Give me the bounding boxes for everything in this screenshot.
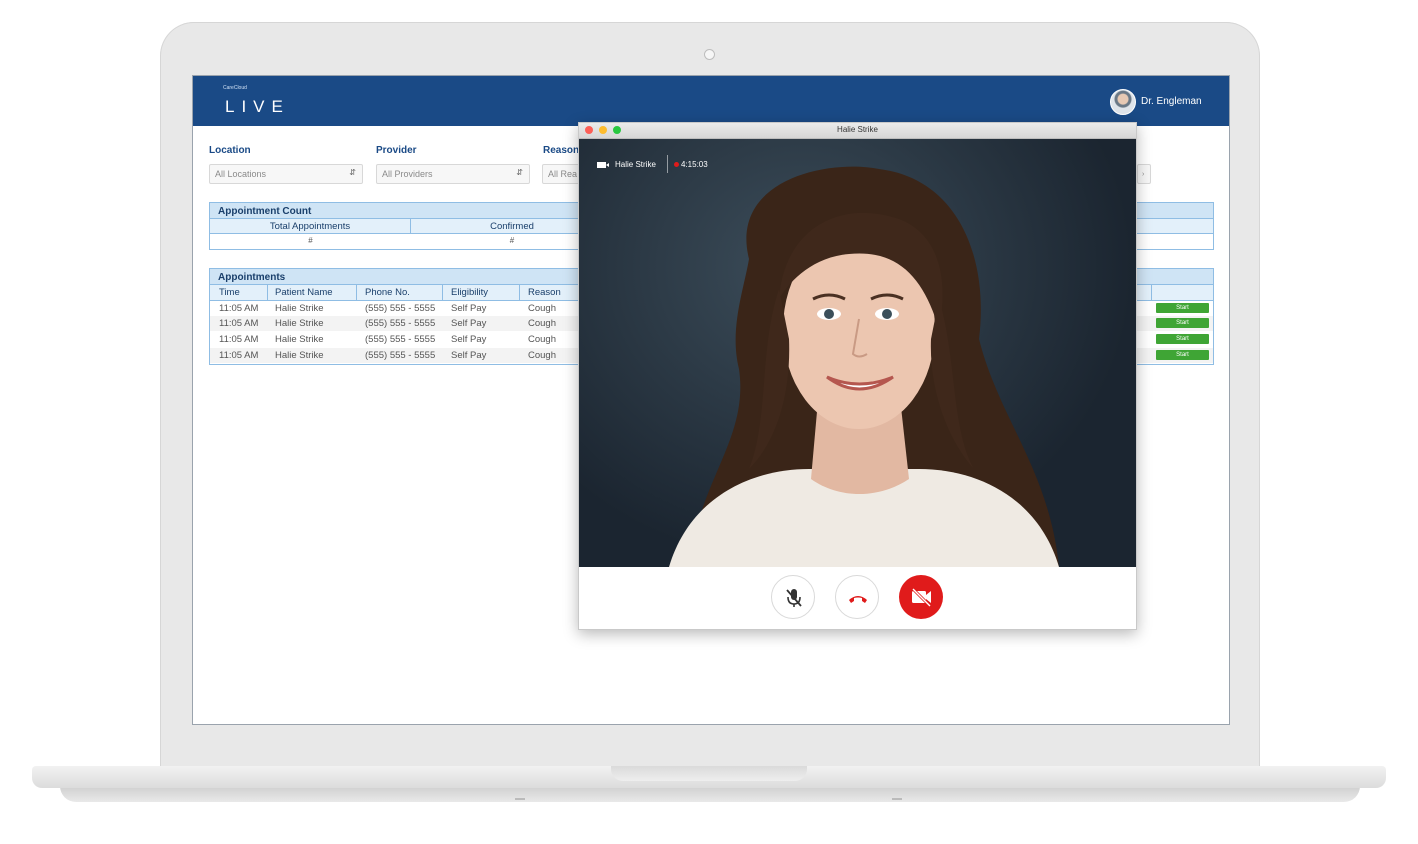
laptop-foot <box>515 798 525 800</box>
video-portrait <box>669 166 1059 567</box>
overlay-divider <box>667 155 668 173</box>
col-divider <box>267 285 268 301</box>
select-caret-icon: ⇵ <box>349 168 356 177</box>
row-patient: Halie Strike <box>275 303 324 314</box>
col-patient-name[interactable]: Patient Name <box>275 287 333 298</box>
start-button[interactable]: Start <box>1156 318 1209 328</box>
video-call-window: Halie Strike Halie Strike 4:15:03 <box>578 122 1137 630</box>
location-label: Location <box>209 145 251 156</box>
provider-label: Provider <box>376 145 417 156</box>
start-button[interactable]: Start <box>1156 350 1209 360</box>
filter-select-edge[interactable]: › <box>1137 164 1151 184</box>
mute-button[interactable] <box>771 575 815 619</box>
hang-up-icon <box>849 596 867 603</box>
recording-dot-icon <box>674 162 679 167</box>
col-time[interactable]: Time <box>219 287 240 298</box>
call-duration: 4:15:03 <box>681 160 708 169</box>
row-patient: Halie Strike <box>275 350 324 361</box>
start-button[interactable]: Start <box>1156 334 1209 344</box>
row-time: 11:05 AM <box>219 303 259 314</box>
col-divider <box>519 285 520 301</box>
reason-label: Reason <box>543 145 580 156</box>
total-appointments-value: # <box>308 236 313 245</box>
row-time: 11:05 AM <box>219 350 259 361</box>
user-avatar[interactable] <box>1110 89 1136 115</box>
row-patient: Halie Strike <box>275 334 324 345</box>
row-reason: Cough <box>528 334 556 345</box>
provider-select[interactable]: All Providers ⇵ <box>376 164 530 184</box>
row-eligibility: Self Pay <box>451 350 487 361</box>
row-time: 11:05 AM <box>219 318 259 329</box>
chevron-right-icon: › <box>1142 171 1145 178</box>
row-phone: (555) 555 - 5555 <box>365 303 436 314</box>
brand-logo[interactable]: LIVE <box>225 97 290 117</box>
col-divider <box>356 285 357 301</box>
row-phone: (555) 555 - 5555 <box>365 318 436 329</box>
col-reason[interactable]: Reason <box>528 287 561 298</box>
row-eligibility: Self Pay <box>451 334 487 345</box>
call-controls <box>579 567 1136 629</box>
row-eligibility: Self Pay <box>451 303 487 314</box>
hang-up-button[interactable] <box>835 575 879 619</box>
provider-select-value: All Providers <box>382 169 433 179</box>
laptop-notch <box>611 766 807 781</box>
col-divider <box>442 285 443 301</box>
total-appointments-header: Total Appointments <box>210 219 411 234</box>
col-eligibility[interactable]: Eligibility <box>451 287 488 298</box>
laptop-base-shadow <box>60 786 1360 802</box>
window-titlebar[interactable]: Halie Strike <box>579 123 1136 139</box>
start-button[interactable]: Start <box>1156 303 1209 313</box>
call-info-overlay: Halie Strike 4:15:03 <box>597 155 737 177</box>
row-patient: Halie Strike <box>275 318 324 329</box>
row-phone: (555) 555 - 5555 <box>365 334 436 345</box>
row-reason: Cough <box>528 303 556 314</box>
video-toggle-button[interactable] <box>899 575 943 619</box>
caller-name: Halie Strike <box>615 160 656 169</box>
laptop-foot <box>892 798 902 800</box>
select-caret-icon: ⇵ <box>516 168 523 177</box>
brand-small: CareCloud <box>223 85 247 91</box>
mic-off-icon <box>786 589 802 607</box>
window-title: Halie Strike <box>837 125 878 134</box>
video-off-icon <box>910 586 932 608</box>
row-phone: (555) 555 - 5555 <box>365 350 436 361</box>
app-header: CareCloud LIVE Dr. Engleman <box>193 76 1229 126</box>
location-select-value: All Locations <box>215 169 267 179</box>
user-name[interactable]: Dr. Engleman <box>1141 96 1202 107</box>
col-phone[interactable]: Phone No. <box>365 287 410 298</box>
row-reason: Cough <box>528 318 556 329</box>
row-reason: Cough <box>528 350 556 361</box>
location-select[interactable]: All Locations ⇵ <box>209 164 363 184</box>
row-eligibility: Self Pay <box>451 318 487 329</box>
video-camera-icon <box>597 162 606 168</box>
row-time: 11:05 AM <box>219 334 259 345</box>
reason-select[interactable]: All Rea <box>542 164 582 184</box>
video-feed[interactable]: Halie Strike 4:15:03 <box>579 139 1136 567</box>
col-divider <box>1151 285 1152 301</box>
webcam <box>704 49 715 60</box>
video-camera-lens-icon <box>606 163 609 167</box>
reason-select-value: All Rea <box>548 169 578 179</box>
